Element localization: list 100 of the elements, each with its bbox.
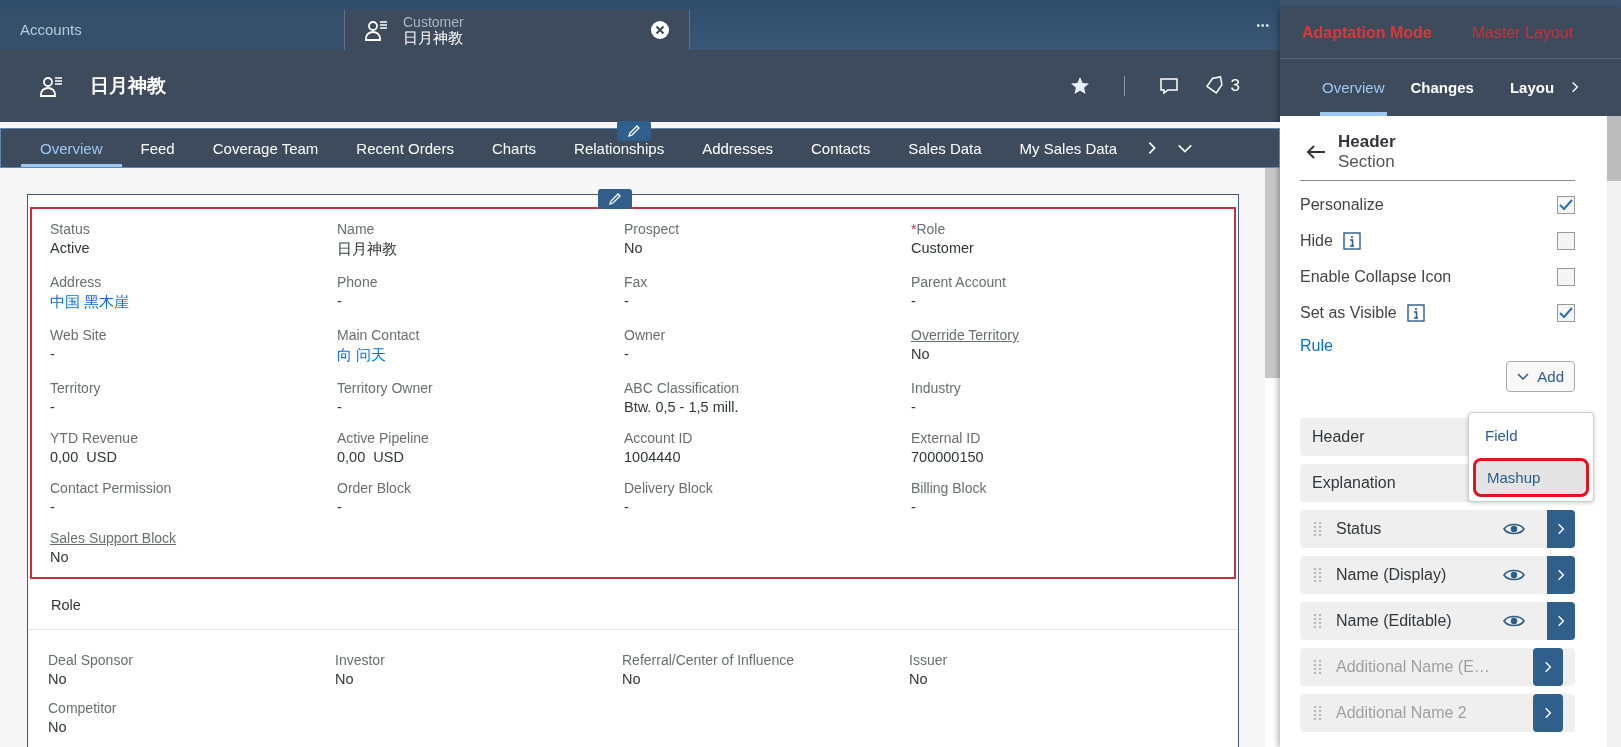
overflow-menu[interactable]: ••• bbox=[1256, 19, 1280, 31]
nav-tab[interactable]: Coverage Team bbox=[193, 129, 338, 167]
checkbox[interactable] bbox=[1557, 196, 1575, 214]
nav-tab[interactable]: Contacts bbox=[792, 129, 890, 167]
scrollbar-thumb[interactable] bbox=[1265, 168, 1280, 378]
details-button[interactable] bbox=[1547, 556, 1575, 594]
eye-icon[interactable] bbox=[1503, 568, 1525, 582]
section-title: Role bbox=[28, 579, 1238, 630]
info-icon[interactable] bbox=[1406, 304, 1425, 322]
field-label: Investor bbox=[335, 652, 386, 668]
drag-handle-icon[interactable] bbox=[1312, 521, 1324, 537]
checkbox[interactable] bbox=[1557, 268, 1575, 286]
field-value: Btw. 0,5 - 1,5 mill. bbox=[624, 399, 740, 415]
caret-icon bbox=[1517, 372, 1530, 381]
field-label: Active Pipeline bbox=[337, 430, 429, 446]
eye-icon[interactable] bbox=[1503, 614, 1525, 628]
edit-button[interactable] bbox=[598, 189, 632, 209]
required-mark: * bbox=[911, 221, 917, 237]
field-label: Contact Permission bbox=[50, 480, 172, 496]
comment-icon[interactable] bbox=[1158, 76, 1179, 96]
mode-title: Adaptation Mode bbox=[1302, 24, 1432, 42]
pencil-icon bbox=[608, 192, 622, 206]
field-value: - bbox=[50, 346, 56, 362]
nav-tab[interactable]: Addresses bbox=[683, 129, 792, 167]
field-value: - bbox=[624, 499, 630, 515]
field-value: No bbox=[48, 671, 68, 687]
back-arrow-icon[interactable] bbox=[1306, 144, 1326, 160]
rule-link[interactable]: Rule bbox=[1300, 337, 1333, 355]
nav-tab[interactable]: Relationships bbox=[555, 129, 684, 167]
field-value: 1004440 bbox=[624, 449, 682, 465]
tab[interactable]: Customer 日月神教 bbox=[345, 10, 690, 50]
field-value: - bbox=[911, 399, 917, 415]
panel-tab[interactable]: Layou bbox=[1509, 59, 1567, 116]
field-row[interactable]: Name (Editable) bbox=[1300, 602, 1575, 640]
field-value: No bbox=[909, 671, 929, 687]
field-name: Status bbox=[1335, 520, 1383, 538]
field-label: Order Block bbox=[337, 480, 411, 496]
field-label: Fax bbox=[624, 274, 648, 290]
details-button[interactable] bbox=[1547, 510, 1575, 548]
menu-item[interactable]: Mashup bbox=[1473, 458, 1589, 497]
checkbox[interactable] bbox=[1557, 304, 1575, 322]
field-name: Additional Name 2 bbox=[1335, 704, 1468, 722]
field-value: - bbox=[624, 293, 630, 309]
scrollbar-thumb[interactable] bbox=[1607, 116, 1621, 181]
tab[interactable]: Accounts bbox=[0, 10, 345, 50]
selected-section[interactable] bbox=[30, 207, 1236, 579]
nav-tab[interactable]: Charts bbox=[472, 129, 556, 167]
field-row[interactable]: Status bbox=[1300, 510, 1575, 548]
field-label: Owner bbox=[624, 327, 666, 343]
field-label: Deal Sponsor bbox=[48, 652, 134, 668]
panel-tab[interactable]: Changes bbox=[1410, 59, 1486, 116]
checkbox[interactable] bbox=[1557, 232, 1575, 250]
field-label: Referral/Center of Influence bbox=[622, 652, 795, 668]
field-link[interactable]: 中国 黑木崖 bbox=[50, 293, 337, 312]
field-value: - bbox=[337, 399, 343, 415]
field-value: - bbox=[911, 293, 917, 309]
field-value: Customer bbox=[911, 240, 975, 256]
eye-icon[interactable] bbox=[1503, 522, 1525, 536]
option-label: Personalize bbox=[1300, 196, 1384, 214]
field-label: External ID bbox=[911, 430, 981, 446]
field-label: Issuer bbox=[909, 652, 949, 668]
field-label: Phone bbox=[337, 274, 378, 290]
field-value: - bbox=[911, 499, 917, 515]
details-button[interactable] bbox=[1547, 602, 1575, 640]
field-value: - bbox=[337, 499, 343, 515]
nav-tab[interactable]: My Sales Data bbox=[1000, 129, 1137, 167]
field-label: Sales Support Block bbox=[50, 530, 177, 546]
field-value: - bbox=[50, 499, 56, 515]
page-title: 日月神教 bbox=[90, 74, 167, 98]
field-value: No bbox=[50, 549, 70, 565]
field-label: Competitor bbox=[48, 700, 118, 716]
field-row[interactable]: Name (Display) bbox=[1300, 556, 1575, 594]
field-label: Role bbox=[916, 221, 946, 237]
field-label: Parent Account bbox=[911, 274, 1006, 290]
field-name: Name (Editable) bbox=[1335, 612, 1453, 630]
nav-tab[interactable]: Recent Orders bbox=[337, 129, 473, 167]
close-icon[interactable] bbox=[651, 21, 669, 39]
tag-icon[interactable] bbox=[1204, 76, 1225, 96]
drag-handle-icon[interactable] bbox=[1312, 613, 1324, 629]
edit-button[interactable] bbox=[617, 121, 651, 141]
star-icon[interactable] bbox=[1069, 76, 1090, 96]
field-label: Territory Owner bbox=[337, 380, 433, 396]
add-button[interactable]: Add bbox=[1506, 361, 1575, 392]
field-label: Territory bbox=[50, 380, 101, 396]
field-value: - bbox=[337, 293, 343, 309]
nav-tab[interactable]: Feed bbox=[121, 129, 194, 167]
field-value: No bbox=[624, 240, 644, 256]
drag-handle-icon[interactable] bbox=[1312, 567, 1324, 583]
field-label: YTD Revenue bbox=[50, 430, 138, 446]
field-value: No bbox=[911, 346, 931, 362]
field-value: 0,00 USD bbox=[337, 449, 405, 465]
field-label: Override Territory bbox=[911, 327, 1019, 343]
field-name: Name (Display) bbox=[1335, 566, 1448, 584]
panel-tab[interactable]: Overview bbox=[1320, 59, 1387, 116]
option-label: Enable Collapse Icon bbox=[1300, 268, 1452, 286]
field-label: Web Site bbox=[50, 327, 107, 343]
field-link[interactable]: 向 问天 bbox=[337, 346, 624, 365]
info-icon[interactable] bbox=[1342, 232, 1361, 250]
nav-tab[interactable]: Sales Data bbox=[889, 129, 1001, 167]
customer-icon bbox=[365, 19, 389, 41]
